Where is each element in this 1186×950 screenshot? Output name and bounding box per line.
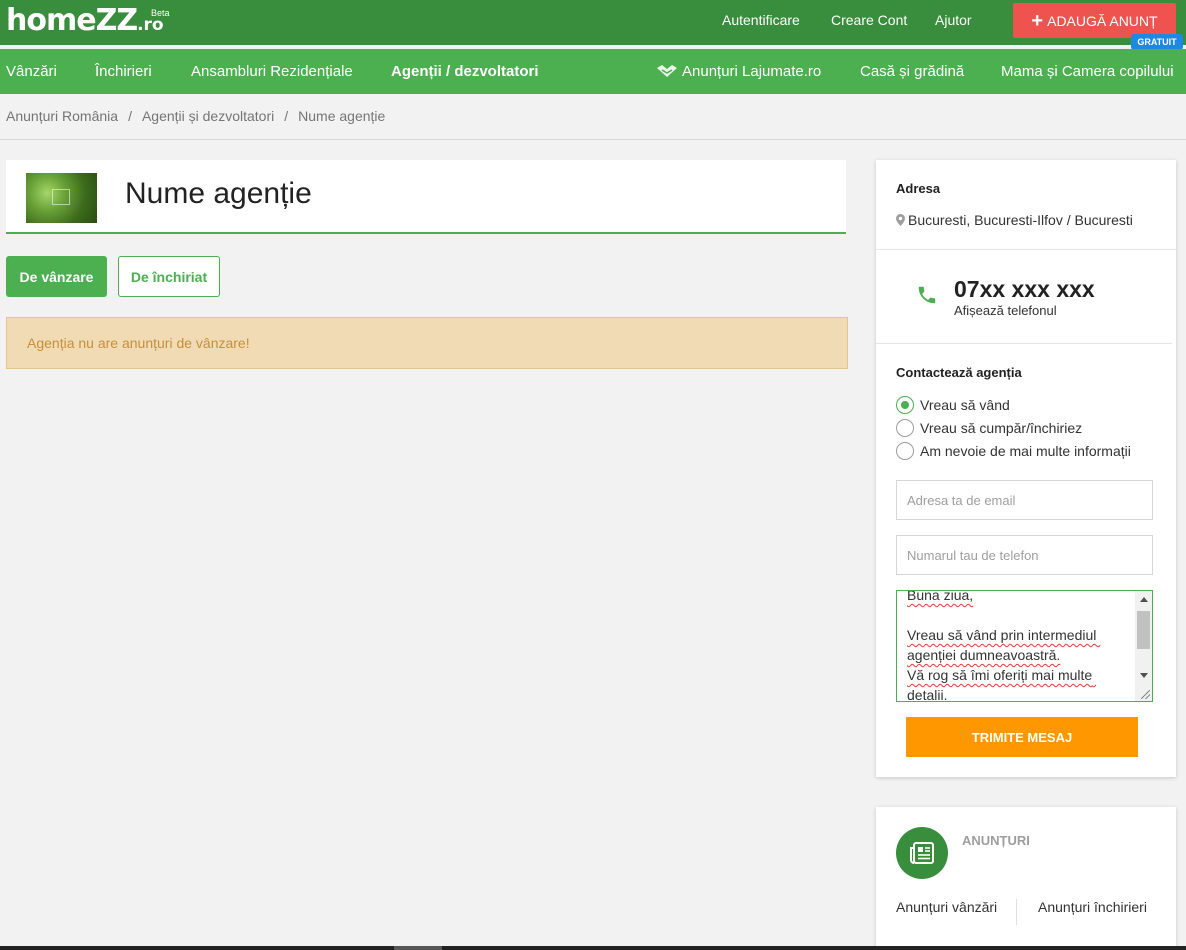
phone-icon — [918, 286, 936, 304]
newspaper-icon — [896, 827, 948, 879]
message-textarea[interactable]: Buna ziua, Vreau să vând prin intermediu… — [896, 590, 1153, 702]
show-phone-link[interactable]: Afișează telefonul — [954, 303, 1057, 318]
listings-card: ANUNȚURI Anunțuri vânzări Anunțuri închi… — [876, 807, 1176, 950]
divider — [0, 139, 1186, 140]
radio-label: Vreau să vând — [920, 397, 1010, 413]
breadcrumb-separator: / — [128, 108, 132, 124]
phone-number[interactable]: 07xx xxx xxx — [954, 276, 1095, 303]
address-value: Bucuresti, Bucuresti-Ilfov / Bucuresti — [896, 212, 1133, 228]
empty-notice: Agenția nu are anunțuri de vânzare! — [6, 317, 848, 369]
divider — [876, 249, 1176, 250]
listings-title: ANUNȚURI — [962, 833, 1030, 848]
address-title: Adresa — [896, 181, 941, 196]
nav-item-mother-child[interactable]: Mama și Camera copilului — [1001, 63, 1174, 80]
email-field[interactable] — [896, 480, 1153, 520]
help-link[interactable]: Ajutor — [935, 12, 972, 28]
textarea-scrollbar[interactable] — [1135, 591, 1152, 701]
register-link[interactable]: Creare Cont — [831, 12, 907, 28]
scroll-thumb[interactable] — [394, 946, 442, 950]
nav-item-agencies[interactable]: Agenții / dezvoltatori — [391, 63, 539, 80]
radio-circle[interactable] — [896, 396, 914, 414]
breadcrumb-home[interactable]: Anunțuri România — [6, 108, 118, 124]
tab-rent[interactable]: De închiriat — [118, 256, 220, 297]
scroll-up-icon[interactable] — [1140, 597, 1148, 602]
rent-listings-link[interactable]: Anunțuri închirieri — [1038, 899, 1147, 915]
nav-item-rentals[interactable]: Închirieri — [95, 63, 152, 80]
radio-more-info[interactable]: Am nevoie de mai multe informații — [896, 442, 1131, 460]
free-badge: GRATUIT — [1131, 34, 1183, 50]
divider — [876, 343, 1172, 344]
phone-field[interactable] — [896, 535, 1153, 575]
logo[interactable]: homeZZ.ro — [6, 3, 164, 43]
radio-label: Vreau să cumpăr/închiriez — [920, 420, 1083, 436]
bottom-scrollbar[interactable] — [0, 946, 1186, 950]
resize-handle-icon[interactable] — [1141, 690, 1150, 699]
scroll-thumb[interactable] — [1137, 611, 1150, 649]
scroll-down-icon[interactable] — [1140, 673, 1148, 678]
nav-item-sales[interactable]: Vânzări — [6, 63, 57, 80]
contact-title: Contactează agenția — [896, 365, 1022, 380]
agency-logo — [26, 173, 97, 223]
radio-sell[interactable]: Vreau să vând — [896, 396, 1010, 414]
map-pin-icon — [896, 214, 905, 226]
nav-item-lajumate[interactable]: Anunțuri Lajumate.ro — [656, 63, 821, 80]
heart-handshake-icon — [657, 65, 677, 77]
address-text: Bucuresti, Bucuresti-Ilfov / Bucuresti — [908, 212, 1133, 228]
breadcrumb-separator: / — [284, 108, 289, 124]
breadcrumb-agencies[interactable]: Agenții și dezvoltatori — [142, 108, 274, 124]
message-text: Buna ziua, Vreau să vând prin intermediu… — [907, 590, 1097, 702]
radio-circle[interactable] — [896, 419, 914, 437]
divider — [1016, 899, 1017, 925]
radio-label: Am nevoie de mai multe informații — [920, 443, 1131, 459]
add-listing-label: ADAUGĂ ANUNȚ — [1047, 12, 1158, 29]
nav-item-home-garden[interactable]: Casă și grădină — [860, 63, 964, 80]
radio-circle[interactable] — [896, 442, 914, 460]
main-nav: Vânzări Închirieri Ansambluri Rezidenția… — [0, 49, 1186, 94]
nav-lajumate-label: Anunțuri Lajumate.ro — [682, 63, 822, 80]
nav-item-residential[interactable]: Ansambluri Rezidențiale — [191, 63, 353, 80]
agency-name: Nume agenție — [125, 177, 312, 210]
breadcrumb: Anunțuri România / Agenții și dezvoltatori… — [6, 108, 385, 124]
radio-buy-rent[interactable]: Vreau să cumpăr/închiriez — [896, 419, 1082, 437]
add-listing-button[interactable]: + ADAUGĂ ANUNȚ — [1013, 3, 1176, 38]
contact-panel: Adresa Bucuresti, Bucuresti-Ilfov / Bucu… — [876, 160, 1176, 777]
top-header: homeZZ.ro Beta Autentificare Creare Cont… — [0, 0, 1186, 50]
agency-header: Nume agenție — [6, 160, 846, 234]
plus-icon: + — [1031, 9, 1044, 32]
beta-label: Beta — [151, 8, 170, 18]
tab-sale[interactable]: De vânzare — [6, 256, 107, 297]
login-link[interactable]: Autentificare — [722, 12, 800, 28]
breadcrumb-current: Nume agenție — [298, 108, 386, 124]
sale-listings-link[interactable]: Anunțuri vânzări — [896, 899, 997, 915]
send-message-button[interactable]: TRIMITE MESAJ — [906, 717, 1138, 757]
